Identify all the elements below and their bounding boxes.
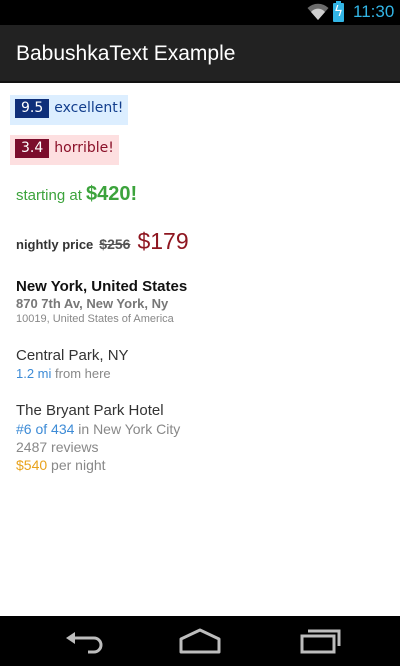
address-line1: New York, United States [16,278,188,295]
hotel-rank: #6 of 434 [16,421,75,437]
hotel-name: The Bryant Park Hotel [16,402,164,419]
hotel-rank-line: #6 of 434 in New York City [16,420,180,438]
app-title: BabushkaText Example [16,42,236,65]
hotel-block: The Bryant Park Hotel #6 of 434 in New Y… [16,402,180,474]
nightly-label: nightly price [16,237,94,252]
address-line2: 870 7th Av, New York, Ny [16,296,169,311]
park-distance-line: 1.2 mi from here [16,365,129,382]
status-bar: ϟ 11:30 [0,0,400,25]
park-block: Central Park, NY 1.2 mi from here [16,347,129,382]
navigation-bar [0,616,400,666]
nightly-price-text: nightly price $256 $179 [16,228,189,255]
old-price: $256 [99,236,131,252]
content: 9.5 excellent! 3.4 horrible! starting at… [0,85,400,615]
hotel-price-line: $540 per night [16,456,180,474]
recents-icon[interactable] [296,624,346,658]
back-icon[interactable] [58,624,108,658]
starting-at-text: starting at $420! [16,183,137,206]
rating-score: 9.5 [15,99,50,118]
action-bar: BabushkaText Example [0,25,400,83]
park-distance-suffix: from here [51,366,111,381]
rating-badge-excellent: 9.5 excellent! [10,95,128,125]
address-line3: 10019, United States of America [16,313,174,325]
park-name: Central Park, NY [16,347,129,364]
new-price: $179 [137,228,189,254]
rating-badge-horrible: 3.4 horrible! [10,135,119,165]
wifi-icon [307,3,329,20]
home-icon[interactable] [175,624,225,658]
starting-price: $420! [86,183,138,205]
hotel-price-suffix: per night [47,457,106,473]
battery-charging-icon: ϟ [333,1,344,22]
status-time: 11:30 [353,2,395,21]
rating-score: 3.4 [15,139,50,158]
rating-label: excellent! [54,100,124,116]
hotel-reviews: 2487 reviews [16,439,99,455]
starting-prefix: starting at [16,187,87,204]
address-block: New York, United States 870 7th Av, New … [16,278,187,327]
hotel-price: $540 [16,457,48,473]
rating-label: horrible! [54,140,114,156]
park-distance: 1.2 mi [16,366,52,381]
hotel-rank-suffix: in New York City [74,421,181,437]
